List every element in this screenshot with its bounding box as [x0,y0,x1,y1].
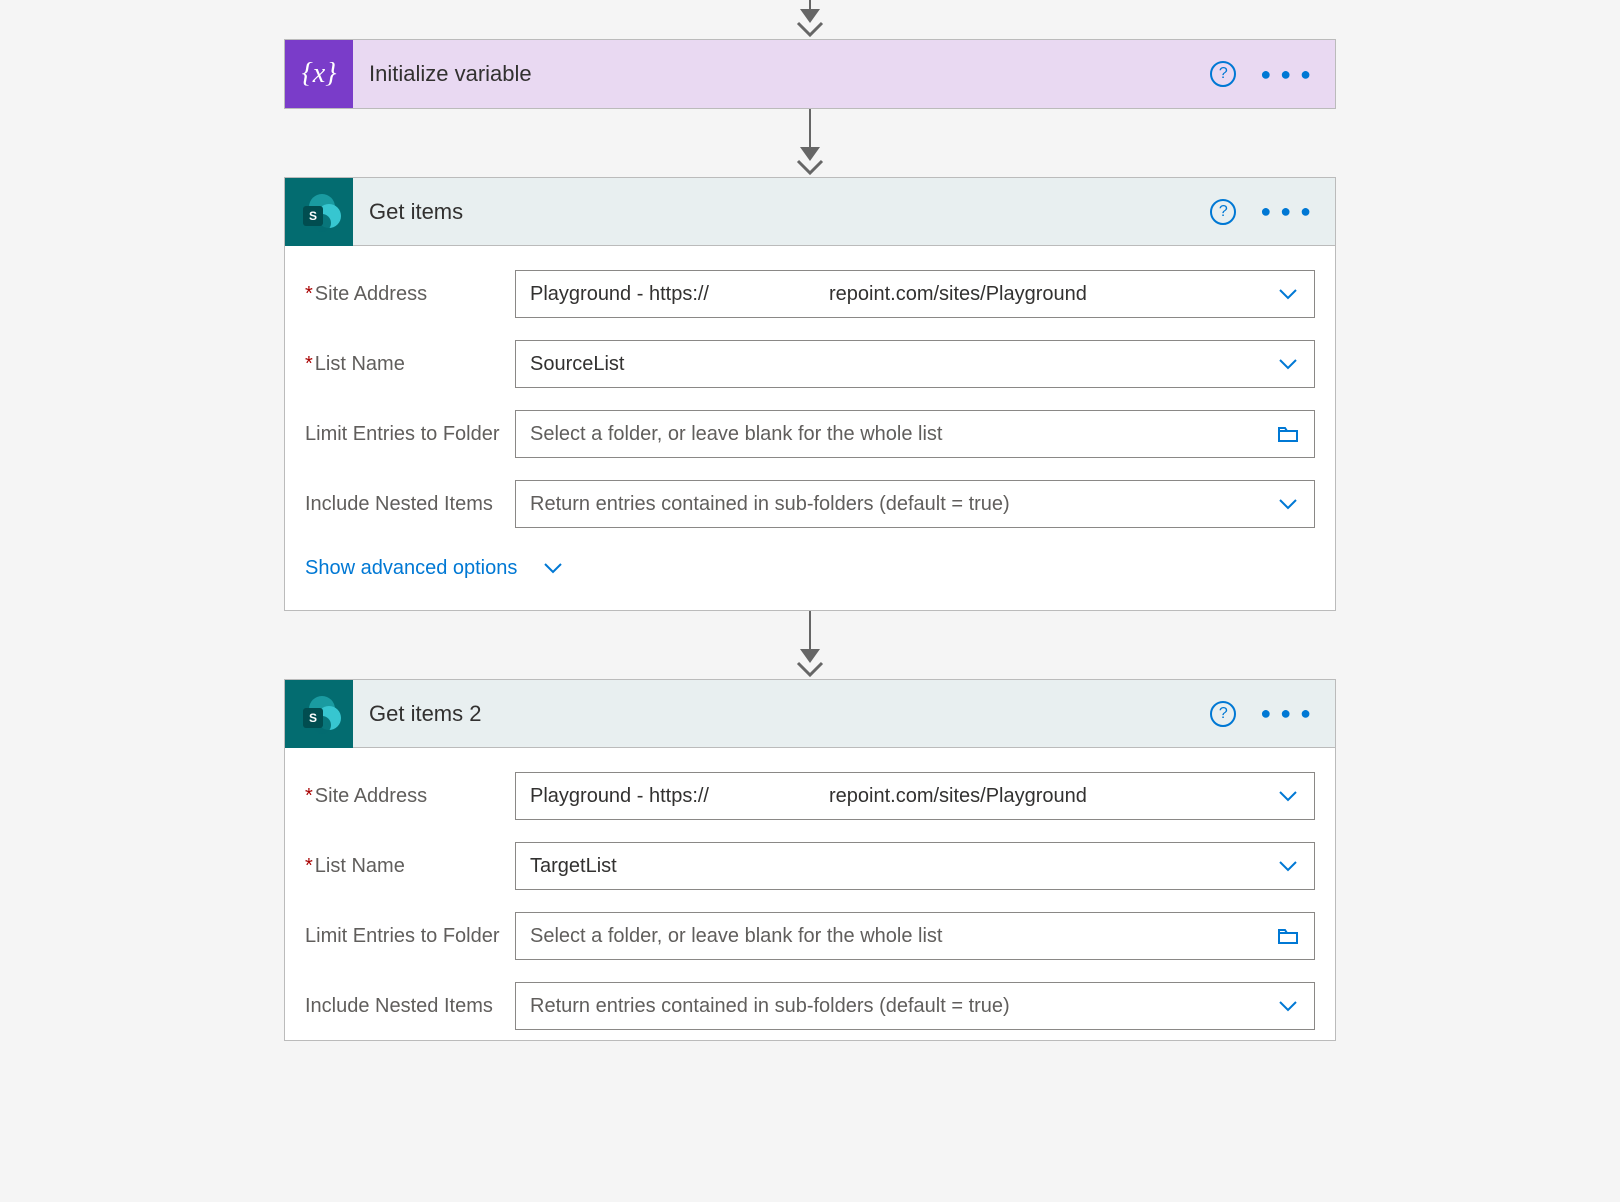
card-header[interactable]: S Get items 2 ? ● ● ● [285,680,1335,748]
field-label: Include Nested Items [305,995,515,1018]
chevron-down-icon[interactable] [1276,352,1300,376]
more-icon[interactable]: ● ● ● [1260,201,1313,222]
card-title: Get items [353,199,1210,225]
connector-arrow [809,109,811,159]
list-name-input[interactable]: TargetList [515,842,1315,890]
field-site-address: *Site Address Playground - https://repoi… [305,772,1315,820]
header-actions: ? ● ● ● [1210,199,1335,225]
card-get-items: S Get items ? ● ● ● *Site Address Playgr… [284,177,1336,611]
help-icon[interactable]: ? [1210,701,1236,727]
sharepoint-icon: S [285,178,353,246]
more-icon[interactable]: ● ● ● [1260,703,1313,724]
field-nested-items: Include Nested Items Return entries cont… [305,480,1315,528]
field-label: Limit Entries to Folder [305,423,515,446]
card-title: Get items 2 [353,701,1210,727]
chevron-down-icon [541,556,565,580]
header-actions: ? ● ● ● [1210,701,1335,727]
field-list-name: *List Name TargetList [305,842,1315,890]
list-name-input[interactable]: SourceList [515,340,1315,388]
field-label: *Site Address [305,283,515,306]
card-title: Initialize variable [353,61,1210,87]
limit-folder-input[interactable]: Select a folder, or leave blank for the … [515,912,1315,960]
connector-arrow [809,611,811,661]
variable-icon: {x} [285,40,353,108]
field-label: *List Name [305,855,515,878]
help-icon[interactable]: ? [1210,199,1236,225]
chevron-down-icon[interactable] [1276,994,1300,1018]
site-address-input[interactable]: Playground - https://repoint.com/sites/P… [515,772,1315,820]
show-advanced-options-link[interactable]: Show advanced options [305,556,1315,580]
more-icon[interactable]: ● ● ● [1260,64,1313,85]
nested-items-input[interactable]: Return entries contained in sub-folders … [515,480,1315,528]
chevron-down-icon[interactable] [1276,492,1300,516]
card-body: *Site Address Playground - https://repoi… [285,748,1335,1040]
help-icon[interactable]: ? [1210,61,1236,87]
field-limit-folder: Limit Entries to Folder Select a folder,… [305,912,1315,960]
field-label: *Site Address [305,785,515,808]
nested-items-input[interactable]: Return entries contained in sub-folders … [515,982,1315,1030]
card-body: *Site Address Playground - https://repoi… [285,246,1335,610]
arrowhead-top [809,19,811,21]
flow-canvas: {x} Initialize variable ? ● ● ● S Get it… [0,0,1620,1041]
field-list-name: *List Name SourceList [305,340,1315,388]
field-site-address: *Site Address Playground - https://repoi… [305,270,1315,318]
chevron-down-icon[interactable] [1276,282,1300,306]
chevron-down-icon[interactable] [1276,784,1300,808]
card-header[interactable]: S Get items ? ● ● ● [285,178,1335,246]
field-label: Include Nested Items [305,493,515,516]
site-address-input[interactable]: Playground - https://repoint.com/sites/P… [515,270,1315,318]
folder-icon[interactable] [1276,924,1300,948]
field-label: *List Name [305,353,515,376]
field-limit-folder: Limit Entries to Folder Select a folder,… [305,410,1315,458]
field-label: Limit Entries to Folder [305,925,515,948]
sharepoint-icon: S [285,680,353,748]
card-header[interactable]: {x} Initialize variable ? ● ● ● [285,40,1335,108]
header-actions: ? ● ● ● [1210,61,1335,87]
arrowhead-icon [796,661,824,679]
limit-folder-input[interactable]: Select a folder, or leave blank for the … [515,410,1315,458]
chevron-down-icon[interactable] [1276,854,1300,878]
arrowhead-icon [796,159,824,177]
folder-icon[interactable] [1276,422,1300,446]
card-initialize-variable[interactable]: {x} Initialize variable ? ● ● ● [284,39,1336,109]
field-nested-items: Include Nested Items Return entries cont… [305,982,1315,1030]
card-get-items-2: S Get items 2 ? ● ● ● *Site Address Play… [284,679,1336,1041]
arrowhead-icon [796,21,824,39]
